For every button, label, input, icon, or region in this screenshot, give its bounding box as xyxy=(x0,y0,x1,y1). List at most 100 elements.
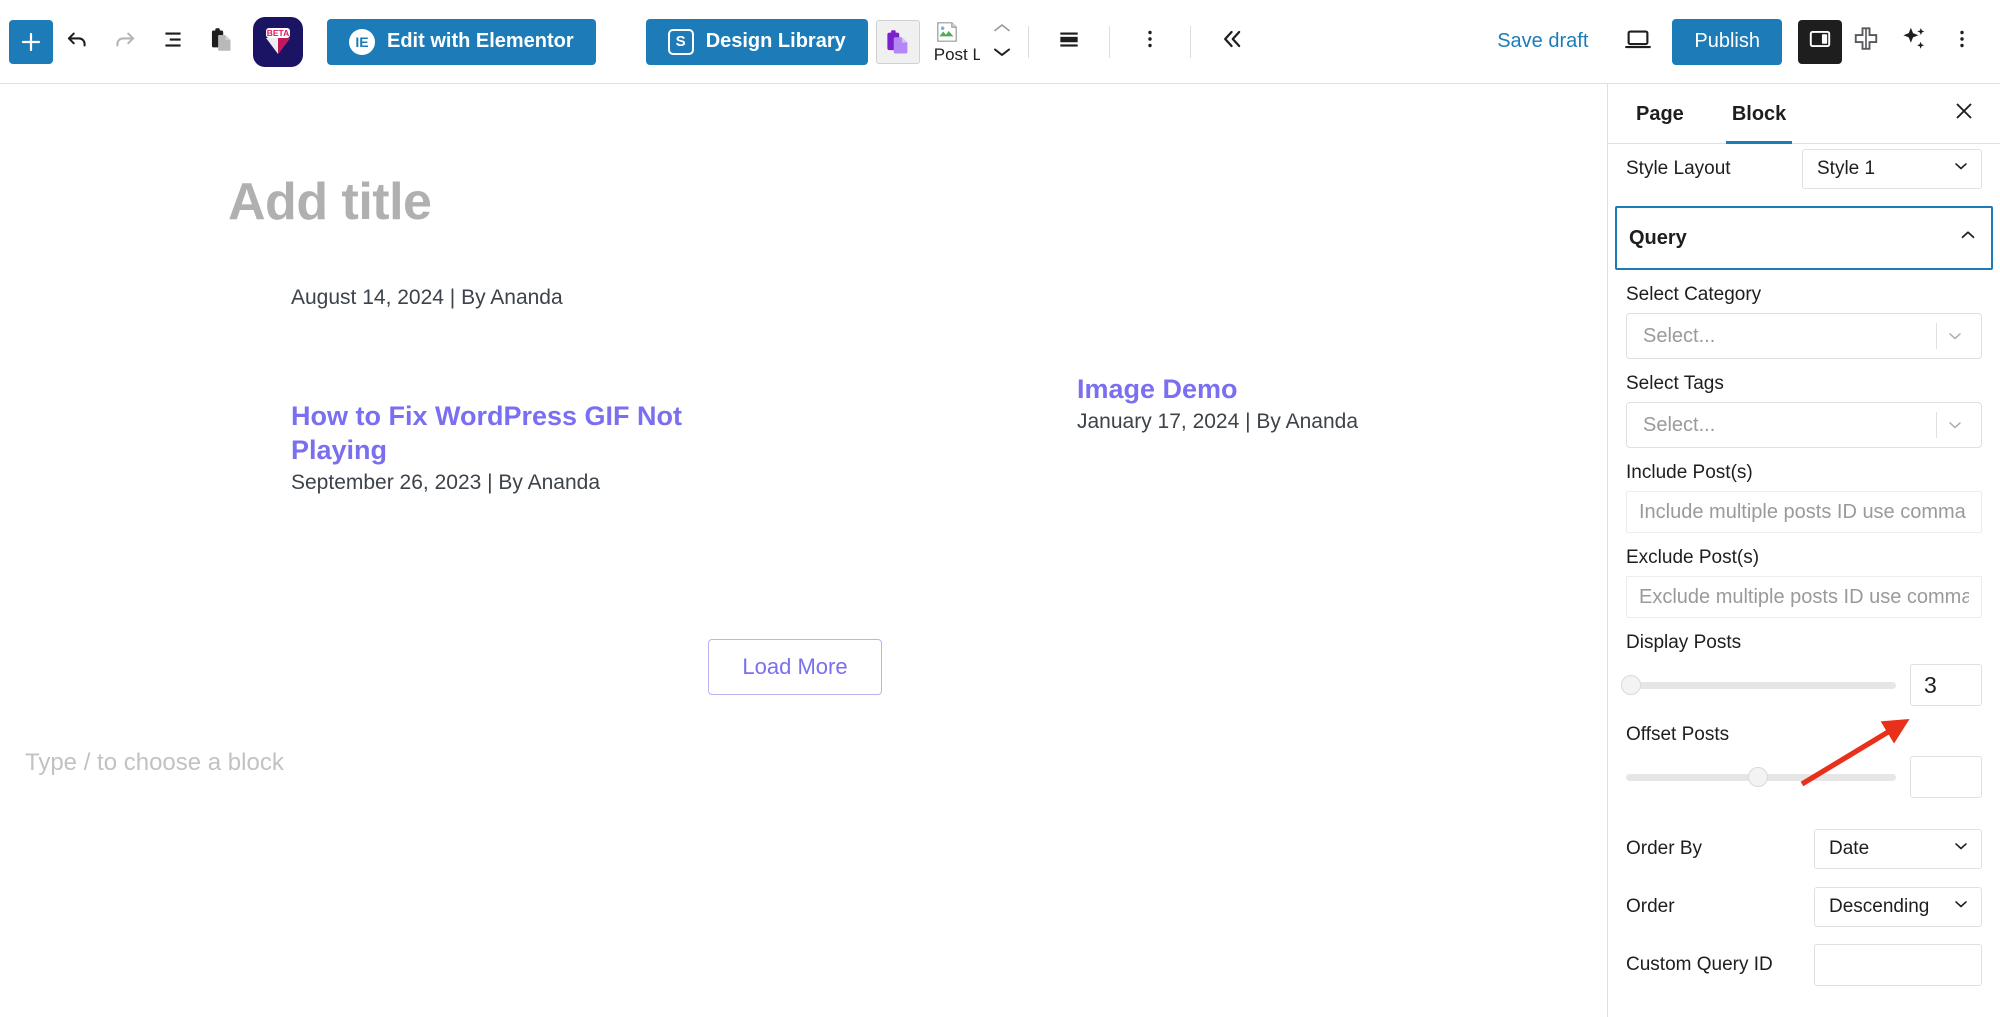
post-meta: August 14, 2024 | By Ananda xyxy=(291,286,563,309)
custom-query-id-input[interactable] xyxy=(1814,944,1982,986)
editor-options-button[interactable] xyxy=(1938,18,1986,66)
ai-assistant-button[interactable] xyxy=(1890,18,1938,66)
select-category-field: Select Category Select... xyxy=(1608,284,2000,359)
post-meta: September 26, 2023 | By Ananda xyxy=(291,471,601,495)
chevron-up-icon[interactable] xyxy=(1957,224,1979,252)
preview-button[interactable] xyxy=(1614,18,1662,66)
jetpack-plugin-button[interactable] xyxy=(1842,18,1890,66)
purple-copy-paste-icon xyxy=(887,29,908,53)
collapse-toolbar-button[interactable] xyxy=(1207,18,1255,66)
sparkles-ai-icon xyxy=(1899,24,1929,59)
stackable-s-icon: S xyxy=(667,28,694,55)
chevron-down-icon[interactable] xyxy=(992,45,1012,63)
select-category-label: Select Category xyxy=(1626,284,1762,305)
publish-label: Publish xyxy=(1694,30,1760,52)
include-posts-field: Include Post(s) xyxy=(1608,462,2000,533)
include-posts-input[interactable] xyxy=(1626,491,1982,533)
redo-button[interactable] xyxy=(101,18,149,66)
post-meta: January 17, 2024 | By Ananda xyxy=(1077,410,1358,434)
tab-page[interactable]: Page xyxy=(1624,84,1696,144)
toolbar-divider xyxy=(1027,25,1029,58)
query-heading: Query xyxy=(1629,226,1687,249)
offset-posts-value-input[interactable] xyxy=(1910,756,1982,798)
post-item[interactable]: Image Demo January 17, 2024 | By Ananda xyxy=(1077,372,1358,434)
plus-icon xyxy=(19,30,43,54)
block-more-options-button[interactable] xyxy=(1126,18,1174,66)
query-panel-header[interactable]: Query xyxy=(1617,208,1991,268)
order-value: Descending xyxy=(1829,896,1930,917)
post-item[interactable]: How to Fix WordPress GIF Not Playing Sep… xyxy=(291,399,721,495)
clipboard-copy-icon xyxy=(208,26,235,58)
vertical-ellipsis-icon xyxy=(1950,27,1974,56)
settings-sidebar-toggle[interactable] xyxy=(1798,19,1842,64)
copy-paste-styles-button[interactable] xyxy=(875,19,920,64)
style-layout-row: Style Layout Style 1 xyxy=(1608,148,2000,190)
combo-divider xyxy=(1936,323,1937,349)
double-chevron-left-icon xyxy=(1217,25,1245,58)
offset-posts-control xyxy=(1608,756,2000,798)
block-align-icon xyxy=(1056,26,1082,57)
select-tags-field: Select Tags Select... xyxy=(1608,373,2000,448)
edit-with-elementor-label: Edit with Elementor xyxy=(387,30,574,52)
post-title-link[interactable]: Image Demo xyxy=(1077,372,1358,406)
load-more-button[interactable]: Load More xyxy=(708,639,882,695)
post-item[interactable]: August 14, 2024 | By Ananda xyxy=(291,286,563,310)
post-title-input[interactable]: Add title xyxy=(228,172,432,232)
select-category-dropdown[interactable]: Select... xyxy=(1626,313,1982,359)
order-by-row: Order By Date xyxy=(1608,820,2000,878)
order-by-select[interactable]: Date xyxy=(1814,829,1982,869)
post-title-link[interactable]: How to Fix WordPress GIF Not Playing xyxy=(291,399,721,467)
exclude-posts-label: Exclude Post(s) xyxy=(1626,547,1760,568)
style-layout-label: Style Layout xyxy=(1626,158,1731,179)
undo-button[interactable] xyxy=(53,18,101,66)
list-view-button[interactable] xyxy=(149,18,197,66)
save-draft-button[interactable]: Save draft xyxy=(1497,30,1588,53)
display-posts-value-input[interactable]: 3 xyxy=(1910,664,1982,706)
edit-with-elementor-button[interactable]: IE Edit with Elementor xyxy=(327,18,596,65)
document-outline-icon xyxy=(160,26,186,57)
block-move-stepper[interactable] xyxy=(992,21,1012,63)
publish-button[interactable]: Publish xyxy=(1672,18,1782,65)
exclude-posts-input[interactable] xyxy=(1626,576,1982,618)
offset-posts-field: Offset Posts xyxy=(1608,724,2000,746)
design-library-button[interactable]: S Design Library xyxy=(645,18,868,65)
add-block-button[interactable] xyxy=(9,19,53,64)
broken-image-icon xyxy=(936,22,957,42)
jetpack-plus-icon xyxy=(1851,24,1881,59)
order-by-value: Date xyxy=(1829,838,1870,859)
chevron-down-icon xyxy=(1951,894,1971,920)
select-tags-dropdown[interactable]: Select... xyxy=(1626,402,1982,448)
empty-block-placeholder[interactable]: Type / to choose a block xyxy=(25,749,284,777)
select-tags-value: Select... xyxy=(1643,413,1716,436)
tab-block[interactable]: Block xyxy=(1720,84,1798,144)
toolbar-right-group: Save draft Publish xyxy=(1497,0,2000,83)
copy-block-button[interactable] xyxy=(197,18,245,66)
post-listing-label: Post Listi xyxy=(933,44,980,64)
redo-arrow-icon xyxy=(112,26,138,57)
include-posts-label: Include Post(s) xyxy=(1626,462,1753,483)
svg-text:BETA: BETA xyxy=(267,28,290,38)
toolbar-divider xyxy=(1108,25,1110,58)
order-select[interactable]: Descending xyxy=(1814,887,1982,927)
style-layout-value: Style 1 xyxy=(1817,158,1876,179)
slider-thumb[interactable] xyxy=(1621,675,1642,695)
beta-plugin-button[interactable]: BETA xyxy=(253,16,303,67)
slider-thumb[interactable] xyxy=(1748,767,1769,787)
close-sidebar-button[interactable] xyxy=(1944,94,1984,134)
custom-query-id-label: Custom Query ID xyxy=(1626,954,1773,975)
offset-posts-slider[interactable] xyxy=(1626,767,1896,787)
style-layout-select[interactable]: Style 1 xyxy=(1802,149,1982,189)
editor-toolbar: BETA IE Edit with Elementor S Design Lib… xyxy=(0,0,2000,84)
select-tags-label: Select Tags xyxy=(1626,373,1724,394)
block-align-button[interactable] xyxy=(1045,18,1093,66)
offset-posts-label: Offset Posts xyxy=(1626,724,1730,745)
settings-sidebar-icon xyxy=(1807,26,1833,57)
editor-canvas: Add title August 14, 2024 | By Ananda Ho… xyxy=(0,84,1607,1017)
display-posts-control: 3 xyxy=(1608,664,2000,706)
vertical-ellipsis-icon xyxy=(1138,27,1162,56)
chevron-up-icon[interactable] xyxy=(992,21,1012,39)
chevron-down-icon xyxy=(1951,156,1971,182)
toolbar-left-group: BETA IE Edit with Elementor S Design Lib… xyxy=(0,0,1255,83)
display-posts-slider[interactable] xyxy=(1621,675,1896,695)
sidebar-tab-bar: Page Block xyxy=(1608,84,2000,144)
